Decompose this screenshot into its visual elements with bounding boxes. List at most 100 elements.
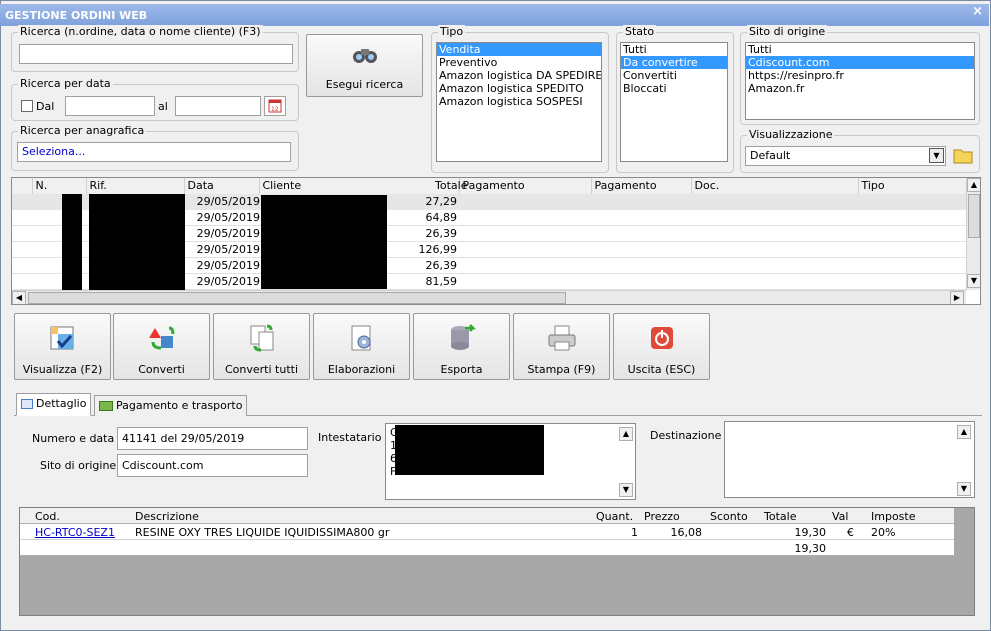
sito-origine-label: Sito di origine : (40, 459, 124, 472)
calendar-button[interactable]: 12 (264, 96, 286, 116)
cell-prezzo: 16,08 (670, 526, 703, 539)
folder-button[interactable] (952, 145, 974, 165)
cell-date: 29/05/2019 (196, 275, 260, 288)
tipo-item[interactable]: Vendita (437, 43, 601, 56)
col-header[interactable]: Doc. (691, 178, 859, 195)
scroll-down-icon[interactable]: ▼ (967, 274, 980, 288)
cell-date: 29/05/2019 (196, 227, 260, 240)
scroll-thumb[interactable] (968, 194, 980, 238)
printer-icon (548, 325, 575, 351)
svg-text:12: 12 (271, 106, 279, 113)
dal-checkbox[interactable] (21, 100, 33, 112)
binoculars-icon (352, 49, 377, 63)
tipo-list[interactable]: Vendita Preventivo Amazon logistica DA S… (436, 42, 602, 162)
elaborazioni-button[interactable]: Elaborazioni (313, 313, 410, 380)
destinazione-scroll-down-icon[interactable]: ▼ (957, 482, 971, 496)
col-header[interactable]: Pagamento (459, 178, 592, 195)
cell-date: 29/05/2019 (196, 195, 260, 208)
col-header[interactable]: Data (184, 178, 260, 195)
stato-item[interactable]: Tutti (621, 43, 727, 56)
search-button[interactable]: Esegui ricerca (306, 34, 423, 97)
col-totale[interactable]: Totale (764, 510, 796, 523)
col-descrizione[interactable]: Descrizione (135, 510, 199, 523)
search-button-label: Esegui ricerca (325, 78, 404, 91)
cell-total: 64,89 (425, 211, 458, 224)
hscroll-thumb[interactable] (28, 292, 566, 304)
convert-all-icon (250, 324, 273, 352)
converti-tutti-button[interactable]: Converti tutti (213, 313, 310, 380)
intestatario-scroll-down-icon[interactable]: ▼ (619, 483, 633, 497)
date-from-input[interactable] (65, 96, 155, 116)
destinazione-box[interactable] (724, 421, 975, 498)
stampa-button[interactable]: Stampa (F9) (513, 313, 610, 380)
scroll-right-icon[interactable]: ▶ (950, 291, 964, 304)
cell-quant: 1 (631, 526, 638, 539)
document-gear-icon (351, 325, 370, 351)
tipo-item[interactable]: Preventivo (437, 56, 601, 69)
close-icon[interactable]: × (972, 4, 983, 19)
anagrafica-select[interactable]: Seleziona... (17, 142, 291, 162)
stato-list[interactable]: Tutti Da convertire Convertiti Bloccati (620, 42, 728, 162)
horizontal-scrollbar[interactable]: ◀ ▶ (12, 290, 966, 304)
row-indicator-header (12, 178, 33, 195)
destinazione-scroll-up-icon[interactable]: ▲ (957, 425, 971, 439)
total-row: 19,30 (20, 540, 954, 556)
scroll-up-icon[interactable]: ▲ (967, 178, 980, 192)
sito-item[interactable]: Cdiscount.com (746, 56, 974, 69)
tab-pagamento[interactable]: Pagamento e trasporto (94, 395, 248, 416)
visualizza-button[interactable]: Visualizza (F2) (14, 313, 111, 380)
lines-grid: Cod. Descrizione Quant. Prezzo Sconto To… (19, 507, 975, 616)
converti-button[interactable]: Converti (113, 313, 210, 380)
col-header-totale[interactable]: Totale (435, 179, 467, 192)
numero-label: Numero e data : (32, 432, 122, 445)
col-quant[interactable]: Quant. (596, 510, 633, 523)
col-val[interactable]: Val (832, 510, 848, 523)
cell-imposte: 20% (871, 526, 896, 539)
vertical-scrollbar[interactable]: ▲ ▼ (966, 178, 980, 290)
col-header[interactable]: Rif. (86, 178, 185, 195)
date-to-input[interactable] (175, 96, 261, 116)
power-icon (650, 327, 673, 349)
stato-label: Stato (623, 25, 657, 38)
visualizzazione-select[interactable]: Default (745, 146, 946, 166)
tab-dettaglio[interactable]: Dettaglio (16, 393, 92, 416)
sito-label: Sito di origine (747, 25, 828, 38)
tipo-item[interactable]: Amazon logistica SOSPESI (437, 95, 601, 108)
visualizzazione-label: Visualizzazione (747, 128, 835, 141)
tipo-item[interactable]: Amazon logistica SPEDITO (437, 82, 601, 95)
stato-item[interactable]: Da convertire (621, 56, 727, 69)
search-input[interactable] (19, 44, 293, 64)
col-header[interactable]: Tipo (858, 178, 967, 195)
sito-list[interactable]: Tutti Cdiscount.com https://resinpro.fr … (745, 42, 975, 120)
stato-item[interactable]: Convertiti (621, 69, 727, 82)
database-export-icon (450, 324, 476, 350)
lines-header: Cod. Descrizione Quant. Prezzo Sconto To… (20, 508, 954, 524)
uscita-button[interactable]: Uscita (ESC) (613, 313, 710, 380)
cell-cod[interactable]: HC-RTC0-SEZ1 (35, 526, 115, 539)
elaborazioni-label: Elaborazioni (327, 363, 396, 376)
stato-item[interactable]: Bloccati (621, 82, 727, 95)
table-row[interactable]: HC-RTC0-SEZ1 RESINE OXY TRES LIQUIDE IQU… (20, 524, 954, 540)
total-column: 27,29 64,89 26,39 126,99 26,39 81,59 (397, 194, 458, 290)
sito-item[interactable]: https://resinpro.fr (746, 69, 974, 82)
col-imposte[interactable]: Imposte (871, 510, 915, 523)
chevron-down-icon[interactable]: ▼ (929, 148, 944, 163)
col-header[interactable]: Pagamento (591, 178, 692, 195)
tipo-item[interactable]: Amazon logistica DA SPEDIRE (437, 69, 601, 82)
orders-grid: N. Rif. Data Cliente Pagamento Pagamento… (11, 177, 981, 305)
col-cod[interactable]: Cod. (35, 510, 60, 523)
cell-date: 29/05/2019 (196, 243, 260, 256)
numero-field[interactable]: 41141 del 29/05/2019 (117, 427, 308, 450)
intestatario-scroll-up-icon[interactable]: ▲ (619, 427, 633, 441)
dettaglio-icon (21, 399, 33, 409)
sito-origine-field[interactable]: Cdiscount.com (117, 454, 308, 477)
col-prezzo[interactable]: Prezzo (644, 510, 680, 523)
col-header[interactable]: N. (32, 178, 87, 195)
esporta-button[interactable]: Esporta (413, 313, 510, 380)
sito-item[interactable]: Tutti (746, 43, 974, 56)
col-sconto[interactable]: Sconto (710, 510, 748, 523)
col-header[interactable]: Cliente (259, 178, 460, 195)
sito-item[interactable]: Amazon.fr (746, 82, 974, 95)
converti-label: Converti (138, 363, 185, 376)
scroll-left-icon[interactable]: ◀ (12, 291, 26, 304)
